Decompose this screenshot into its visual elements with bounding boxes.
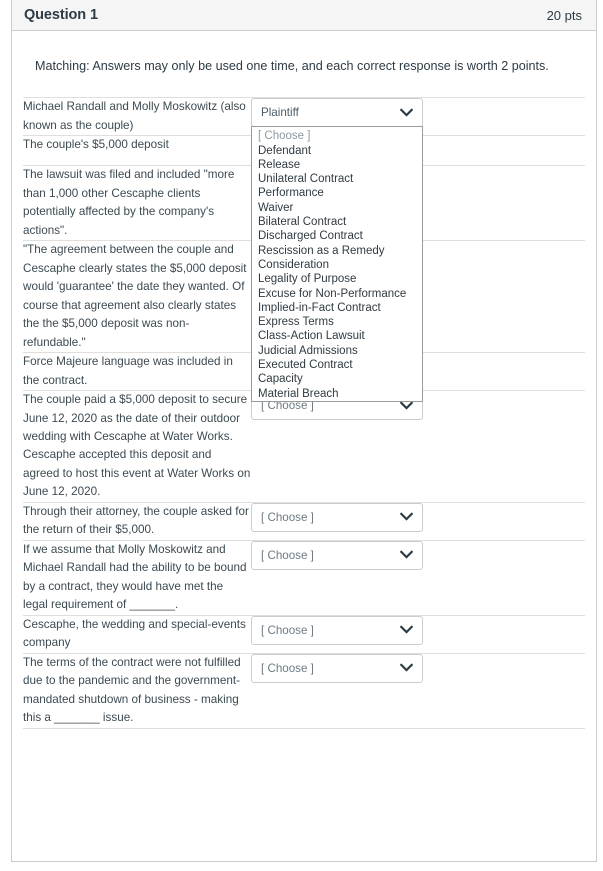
question-title: Question 1	[24, 7, 98, 23]
dropdown-option[interactable]: Defendant	[252, 144, 422, 158]
dropdown-option[interactable]: Bilateral Contract	[252, 215, 422, 229]
dropdown-option[interactable]: Unilateral Contract	[252, 172, 422, 186]
dropdown-option[interactable]: Discharged Contract	[252, 229, 422, 243]
match-prompt: The couple's $5,000 deposit	[23, 135, 251, 166]
match-prompt: The terms of the contract were not fulfi…	[23, 652, 251, 729]
match-answer-cell: Plaintiff[ Choose ] Defendant Release Unila…	[251, 97, 585, 403]
chevron-down-icon	[400, 550, 413, 560]
answer-select-value: [ Choose ]	[261, 623, 314, 637]
answer-select-value: Plaintiff	[261, 106, 299, 120]
dropdown-option[interactable]: Excuse for Non-Performance	[252, 287, 422, 301]
dropdown-option[interactable]: Material Breach	[252, 387, 422, 401]
dropdown-option[interactable]: Rescission as a Remedy	[252, 244, 422, 258]
match-answer-cell: [ Choose ]	[251, 390, 585, 503]
match-prompt: Through their attorney, the couple asked…	[23, 501, 251, 541]
dropdown-option[interactable]: Waiver	[252, 201, 422, 215]
question-points: 20 pts	[546, 7, 582, 23]
chevron-down-icon	[400, 512, 413, 522]
match-prompt: If we assume that Molly Moskowitz and Mi…	[23, 539, 251, 616]
match-prompt: The lawsuit was filed and included "more…	[23, 165, 251, 241]
answer-select-wrapper: [ Choose ]	[251, 540, 585, 570]
chevron-down-icon	[400, 663, 413, 673]
match-answer-cell: [ Choose ]	[251, 539, 585, 616]
answer-select-wrapper: [ Choose ]	[251, 502, 585, 532]
question-body: Matching: Answers may only be used one t…	[12, 31, 596, 729]
chevron-down-icon	[400, 108, 413, 117]
match-prompt: Cescaphe, the wedding and special-events…	[23, 614, 251, 654]
dropdown-option[interactable]: [ Choose ]	[252, 129, 422, 143]
answer-select-wrapper: Plaintiff[ Choose ] Defendant Release Unila…	[251, 98, 585, 403]
dropdown-option[interactable]: Implied-in-Fact Contract	[252, 301, 422, 315]
table-row: Cescaphe, the wedding and special-events…	[23, 614, 585, 654]
table-row: Michael Randall and Molly Moskowitz (als…	[23, 97, 585, 403]
answer-select-9[interactable]: [ Choose ]	[251, 615, 423, 645]
match-answer-cell: [ Choose ]	[251, 652, 585, 729]
answer-select-7[interactable]: [ Choose ]	[251, 502, 423, 532]
match-answer-cell: [ Choose ]	[251, 614, 585, 654]
table-row: If we assume that Molly Moskowitz and Mi…	[23, 539, 585, 616]
dropdown-option[interactable]: Release	[252, 158, 422, 172]
dropdown-option[interactable]: Plaintiff	[252, 400, 422, 402]
answer-select-wrapper: [ Choose ]	[251, 615, 585, 645]
chevron-down-icon	[400, 625, 413, 635]
dropdown-option[interactable]: Class-Action Lawsuit	[252, 329, 422, 343]
answer-select-wrapper: [ Choose ]	[251, 653, 585, 683]
dropdown-option[interactable]: Judicial Admissions	[252, 344, 422, 358]
match-prompt: "The agreement between the couple and Ce…	[23, 240, 251, 353]
answer-select-value: [ Choose ]	[261, 510, 314, 524]
dropdown-option[interactable]: Consideration	[252, 258, 422, 272]
question-instructions: Matching: Answers may only be used one t…	[35, 59, 549, 73]
dropdown-option[interactable]: Capacity	[252, 372, 422, 386]
question-header: Question 1 20 pts	[12, 0, 596, 31]
answer-select-value: [ Choose ]	[261, 661, 314, 675]
match-answer-cell: [ Choose ]	[251, 501, 585, 541]
match-prompt: Michael Randall and Molly Moskowitz (als…	[23, 97, 251, 136]
matching-table: Michael Randall and Molly Moskowitz (als…	[23, 97, 585, 729]
match-prompt: The couple paid a $5,000 deposit to secu…	[23, 390, 251, 503]
dropdown-option[interactable]: Express Terms	[252, 315, 422, 329]
match-prompt: Force Majeure language was included in t…	[23, 352, 251, 391]
dropdown-option[interactable]: Performance	[252, 186, 422, 200]
answer-options-dropdown[interactable]: [ Choose ] Defendant Release Unilateral Con…	[251, 126, 423, 403]
answer-select-1[interactable]: Plaintiff	[251, 98, 423, 128]
answer-select-value: [ Choose ]	[261, 548, 314, 562]
table-row: Through their attorney, the couple asked…	[23, 501, 585, 541]
dropdown-option[interactable]: Legality of Purpose	[252, 272, 422, 286]
dropdown-option[interactable]: Executed Contract	[252, 358, 422, 372]
chevron-down-icon	[400, 401, 413, 410]
table-row: The terms of the contract were not fulfi…	[23, 652, 585, 729]
quiz-question-card: Question 1 20 pts Matching: Answers may …	[11, 0, 597, 862]
answer-select-8[interactable]: [ Choose ]	[251, 540, 423, 570]
answer-select-10[interactable]: [ Choose ]	[251, 653, 423, 683]
table-row: The couple paid a $5,000 deposit to secu…	[23, 390, 585, 503]
